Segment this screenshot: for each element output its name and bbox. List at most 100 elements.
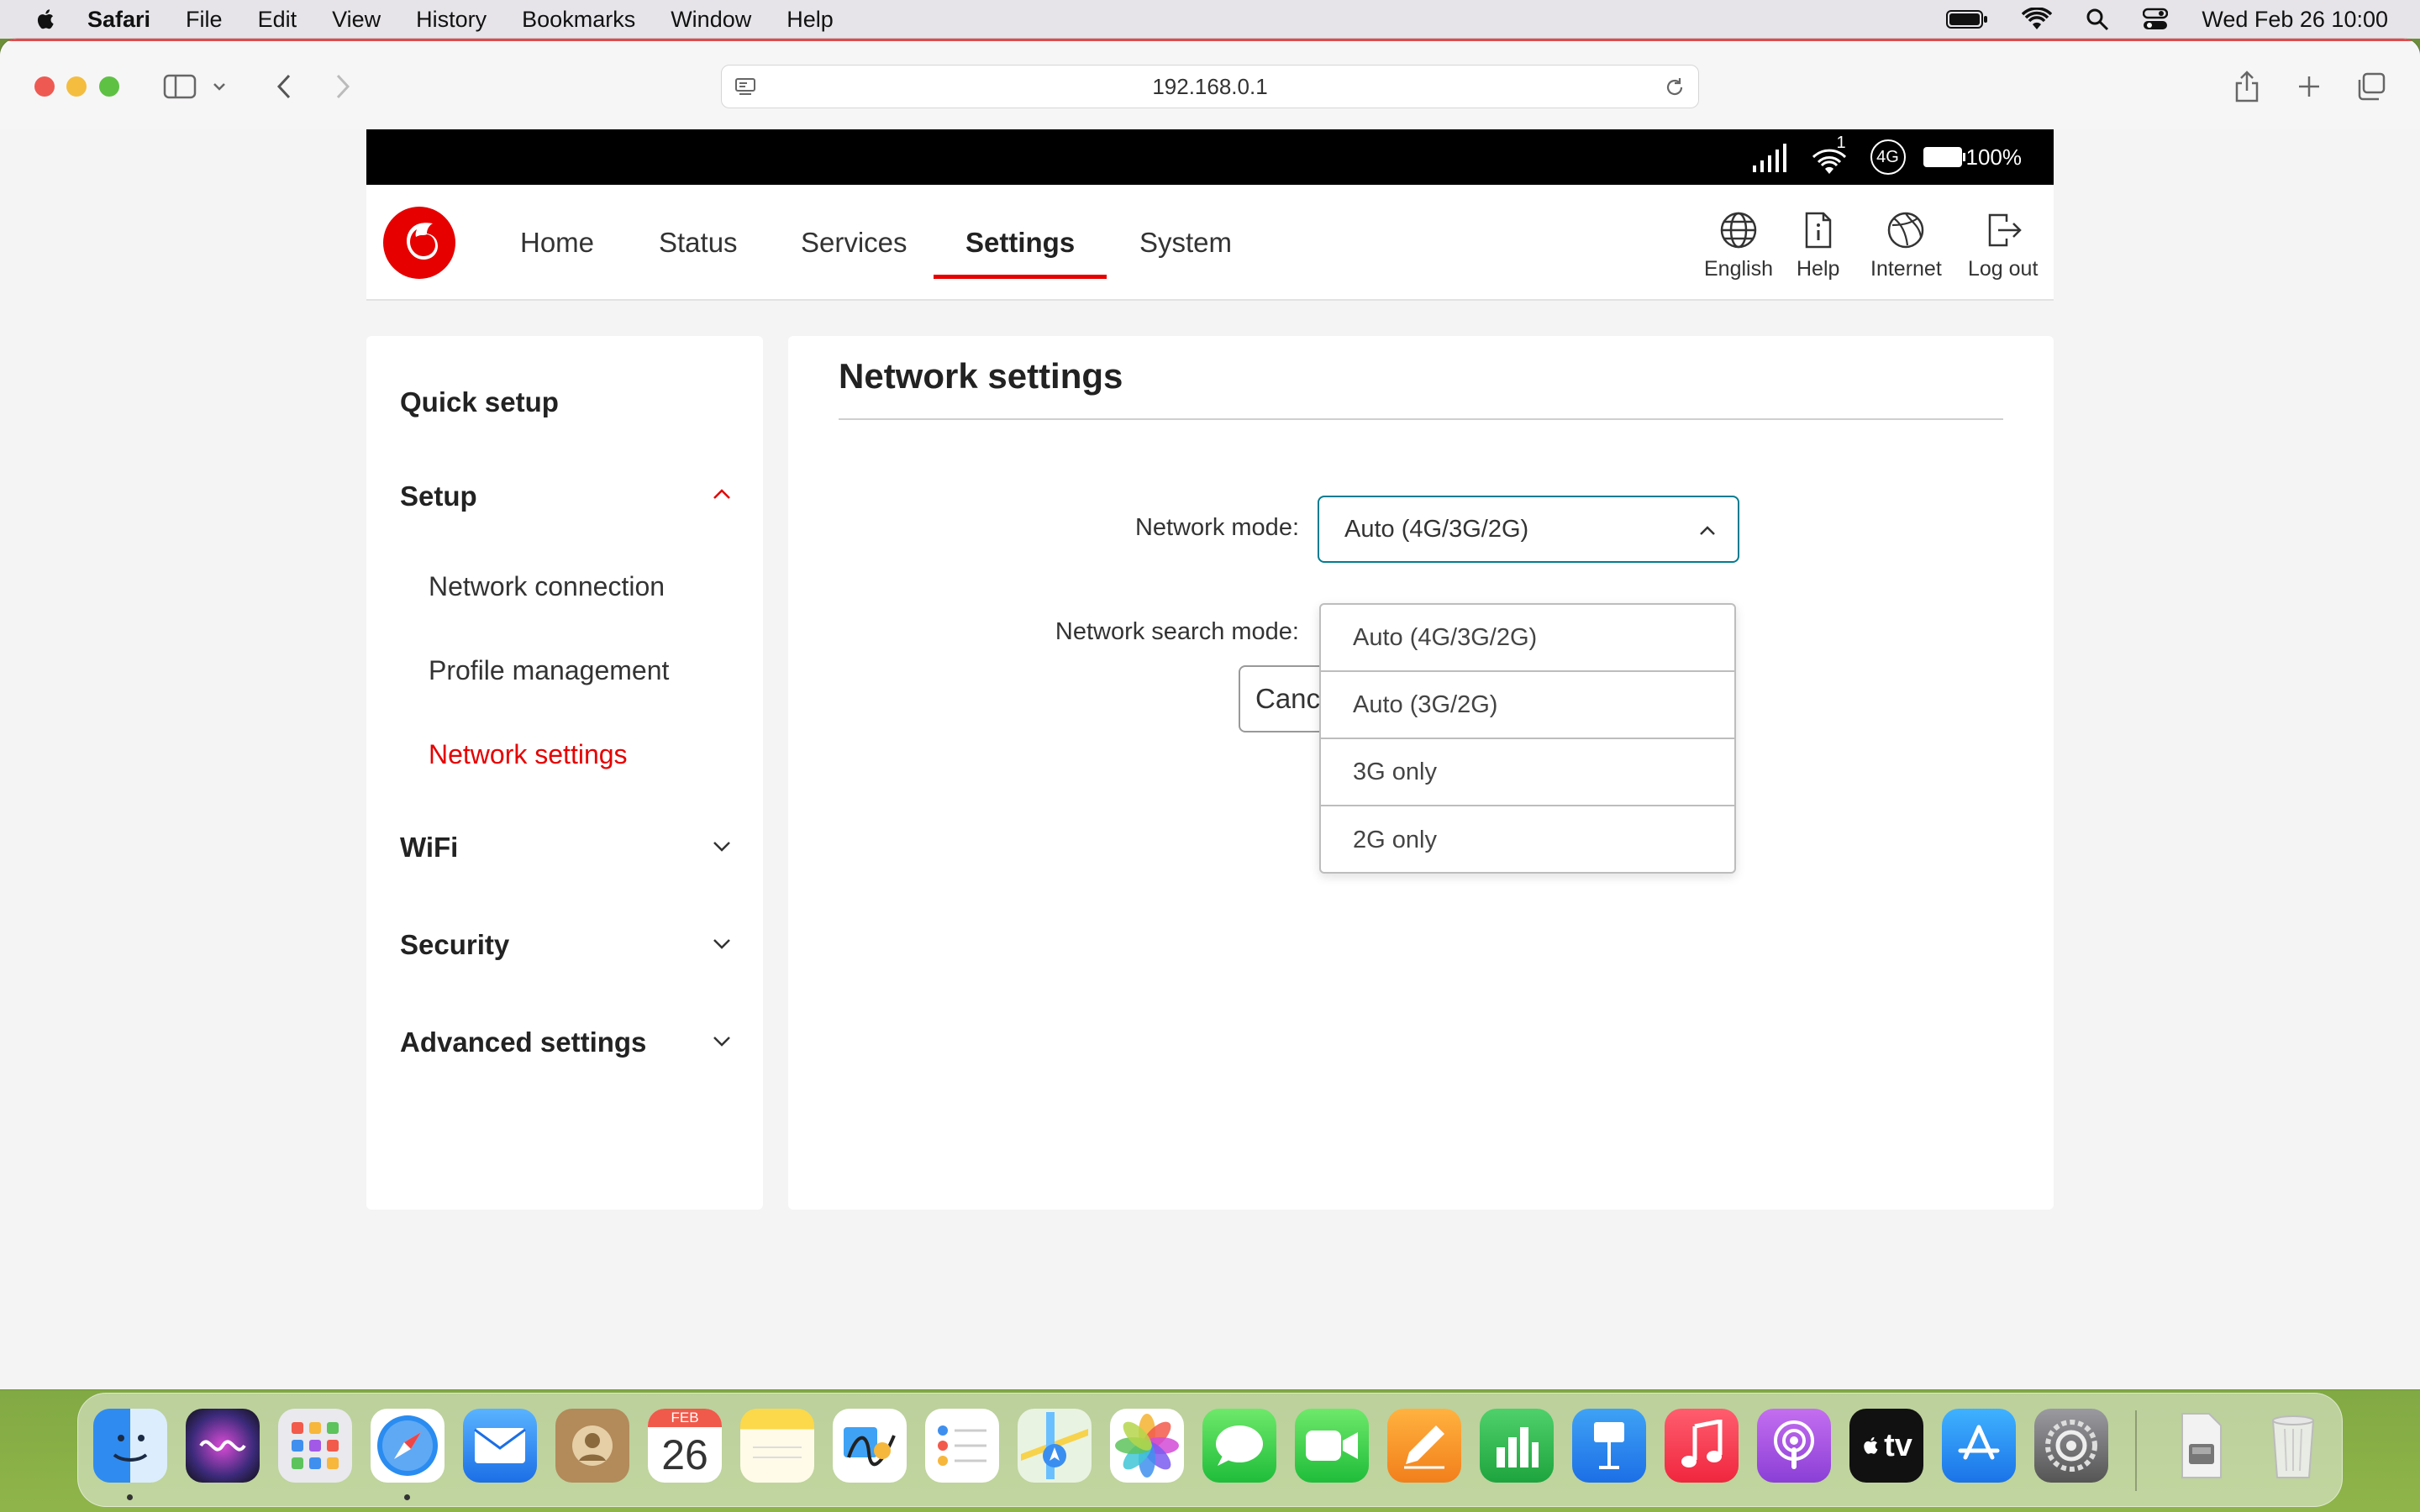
menu-window[interactable]: Window [671,7,751,33]
downloads-stack-icon[interactable] [2164,1409,2238,1483]
settings-sidebar: Quick setup Setup Network connection Pro… [366,336,763,1210]
network-type-badge: 4G [1870,139,1906,175]
tab-status[interactable]: Status [659,185,738,301]
keynote-icon[interactable] [1572,1409,1646,1483]
calendar-day: 26 [661,1431,708,1478]
dropdown-option-auto-4g-3g-2g[interactable]: Auto (4G/3G/2G) [1321,605,1734,672]
network-mode-dropdown: Auto (4G/3G/2G) Auto (3G/2G) 3G only 2G … [1319,603,1736,874]
music-icon[interactable] [1665,1409,1739,1483]
battery-icon[interactable] [1946,9,1988,29]
help-button[interactable]: Help [1797,210,1839,281]
photos-icon[interactable] [1110,1409,1184,1483]
sidebar-item-network-connection[interactable]: Network connection [429,571,665,602]
vodafone-logo-icon[interactable] [383,207,455,279]
logout-label: Log out [1968,257,2039,281]
language-label: English [1704,257,1773,281]
sidebar-item-profile-management[interactable]: Profile management [429,655,669,686]
language-button[interactable]: English [1704,210,1773,281]
trash-icon[interactable] [2256,1409,2330,1483]
wifi-icon[interactable] [2022,8,2053,31]
safari-icon[interactable] [371,1409,445,1483]
calendar-month: FEB [648,1409,722,1427]
sidebar-item-setup[interactable]: Setup [400,480,477,512]
dropdown-option-auto-3g-2g[interactable]: Auto (3G/2G) [1321,672,1734,739]
numbers-icon[interactable] [1480,1409,1554,1483]
sidebar-item-advanced-settings[interactable]: Advanced settings [400,1026,646,1058]
minimize-window-button[interactable] [66,76,87,97]
chevron-down-icon[interactable] [711,1030,733,1052]
tab-home[interactable]: Home [520,185,594,301]
internet-label: Internet [1870,257,1942,281]
menu-history[interactable]: History [416,7,487,33]
messages-icon[interactable] [1202,1409,1276,1483]
menu-bookmarks[interactable]: Bookmarks [522,7,635,33]
tab-system[interactable]: System [1139,185,1232,301]
network-search-mode-label: Network search mode: [1055,618,1299,645]
page-title: Network settings [839,356,1123,396]
dropdown-option-3g-only[interactable]: 3G only [1321,739,1734,806]
apple-tv-icon[interactable]: tv [1849,1409,1923,1483]
top-navigation: Home Status Services Settings System Eng… [366,185,2054,301]
router-battery-icon [1923,147,1965,167]
wifi-clients-indicator: 1 [1810,134,1854,174]
tab-services[interactable]: Services [801,185,908,301]
apple-icon[interactable] [34,7,59,32]
freeform-icon[interactable] [833,1409,907,1483]
menu-help[interactable]: Help [786,7,834,33]
sidebar-item-quick-setup[interactable]: Quick setup [400,386,559,418]
network-settings-panel: Network settings Network mode: Auto (4G/… [788,336,2054,1210]
menu-file[interactable]: File [186,7,223,33]
tab-overview-icon[interactable] [2351,66,2391,107]
podcasts-icon[interactable] [1757,1409,1831,1483]
page-settings-icon[interactable] [734,76,757,99]
launchpad-icon[interactable] [278,1409,352,1483]
menu-bar-status: Wed Feb 26 10:00 [1946,0,2388,39]
share-icon[interactable] [2227,66,2267,107]
system-settings-gear-icon[interactable] [2034,1409,2108,1483]
forward-chevron-icon[interactable] [323,66,363,107]
sidebar-item-security[interactable]: Security [400,929,509,961]
reminders-icon[interactable] [925,1409,999,1483]
menu-edit[interactable]: Edit [258,7,297,33]
sidebar-toggle-icon[interactable] [160,66,200,107]
internet-globe-icon [1888,212,1924,249]
chevron-up-icon[interactable] [711,484,733,506]
notes-icon[interactable] [740,1409,814,1483]
safari-toolbar: 192.168.0.1 [0,39,2420,129]
menu-bar-clock[interactable]: Wed Feb 26 10:00 [2202,7,2388,33]
chevron-down-icon[interactable] [711,835,733,857]
dropdown-option-2g-only[interactable]: 2G only [1321,806,1734,872]
sidebar-item-wifi[interactable]: WiFi [400,832,458,864]
menu-view[interactable]: View [332,7,381,33]
tab-settings[interactable]: Settings [933,185,1107,301]
reload-icon[interactable] [1663,76,1686,99]
chevron-down-icon[interactable] [711,932,733,954]
signal-strength-icon [1752,144,1786,172]
siri-icon[interactable] [186,1409,260,1483]
maps-icon[interactable] [1018,1409,1092,1483]
spotlight-search-icon[interactable] [2086,8,2109,31]
tab-group-chevron-down-icon[interactable] [207,66,232,107]
menu-app-safari[interactable]: Safari [87,7,150,33]
address-bar[interactable]: 192.168.0.1 [721,65,1699,108]
web-page: 1 4G 100% Home Status Services Settings … [0,129,2420,1389]
facetime-icon[interactable] [1295,1409,1369,1483]
new-tab-plus-icon[interactable] [2289,66,2329,107]
internet-button[interactable]: Internet [1870,210,1942,281]
back-chevron-icon[interactable] [264,66,304,107]
zoom-window-button[interactable] [99,76,119,97]
control-center-icon[interactable] [2143,8,2169,31]
calendar-icon[interactable]: FEB 26 [648,1409,722,1483]
finder-icon[interactable] [93,1409,167,1483]
title-divider [839,418,2003,420]
pages-icon[interactable] [1387,1409,1461,1483]
contacts-icon[interactable] [555,1409,629,1483]
mail-icon[interactable] [463,1409,537,1483]
help-document-icon [1805,212,1831,249]
network-mode-select[interactable]: Auto (4G/3G/2G) [1318,496,1739,563]
app-store-icon[interactable] [1942,1409,2016,1483]
sidebar-item-network-settings[interactable]: Network settings [429,739,628,770]
logout-button[interactable]: Log out [1968,210,2038,281]
close-window-button[interactable] [34,76,55,97]
address-bar-url: 192.168.0.1 [1152,73,1268,99]
